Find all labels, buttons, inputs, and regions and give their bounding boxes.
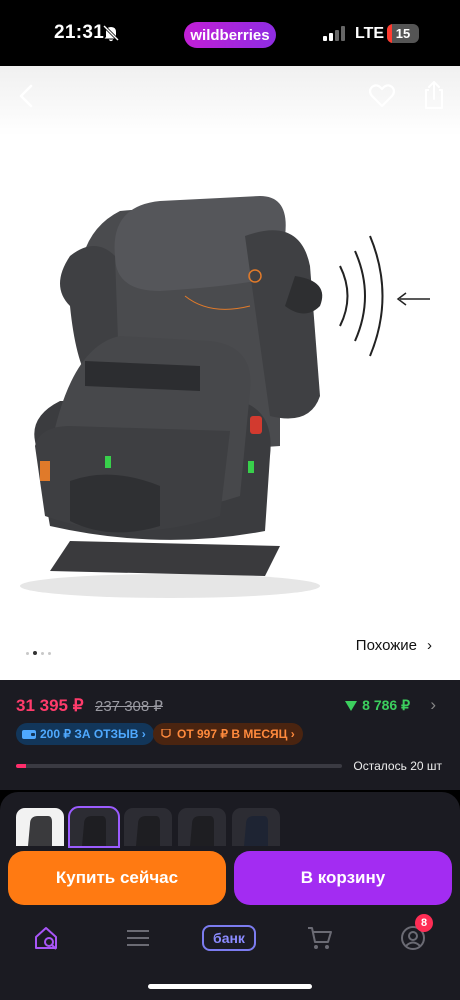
stock-progress-fill [16, 764, 26, 768]
tab-profile[interactable]: 8 [393, 914, 433, 956]
status-bar: 21:31 wildberries LTE 15 [0, 0, 460, 66]
variant-thumbnail[interactable] [232, 808, 280, 846]
cart-icon [308, 927, 332, 949]
old-price: 237 308 ₽ [95, 698, 163, 715]
cashback[interactable]: 8 786 ₽ [345, 697, 410, 714]
tab-home[interactable] [26, 920, 66, 956]
heart-icon[interactable] [366, 80, 398, 112]
review-bonus-badge[interactable]: 200 ₽ ЗА ОТЗЫВ › [16, 723, 154, 745]
bottom-sheet: Купить сейчас В корзину банк 8 [0, 792, 460, 1000]
variant-thumbnail[interactable] [124, 808, 172, 846]
back-icon[interactable] [12, 80, 44, 112]
carousel-dot [48, 651, 51, 655]
variant-thumbnails [16, 806, 280, 848]
variant-thumbnail-selected[interactable] [68, 806, 120, 848]
tab-bank[interactable]: банк [202, 925, 256, 951]
car-seat-thumb-icon [82, 816, 106, 846]
cashback-value: 8 786 ₽ [362, 697, 410, 713]
wallet-icon [22, 730, 36, 739]
home-indicator [148, 984, 312, 989]
chevron-right-icon[interactable]: › [430, 695, 436, 715]
review-bonus-text: 200 ₽ ЗА ОТЗЫВ › [40, 727, 146, 741]
carousel-dot [41, 651, 44, 655]
down-triangle-icon [345, 700, 358, 711]
share-icon[interactable] [418, 78, 450, 112]
installment-text: ОТ 997 ₽ В МЕСЯЦ › [177, 727, 295, 741]
similar-link[interactable]: Похожие › [356, 637, 432, 654]
battery-indicator: 15 [387, 24, 419, 43]
carousel-dot-active [33, 651, 37, 655]
variant-thumbnail[interactable] [16, 808, 64, 846]
price-panel: 31 395 ₽ 237 308 ₽ 8 786 ₽ › 200 ₽ ЗА ОТ… [0, 680, 460, 790]
carousel-dots [26, 651, 51, 655]
variant-thumbnail[interactable] [178, 808, 226, 846]
add-to-cart-button[interactable]: В корзину [234, 851, 452, 905]
installment-badge[interactable]: ОТ 997 ₽ В МЕСЯЦ › [153, 723, 303, 745]
bell-off-icon [102, 24, 120, 42]
shield-icon [161, 729, 171, 738]
notification-badge: 8 [415, 914, 433, 932]
tab-catalog[interactable] [118, 920, 158, 956]
network-label: LTE [355, 25, 385, 42]
buy-now-button[interactable]: Купить сейчас [8, 851, 226, 905]
home-search-icon [35, 927, 57, 950]
catalog-menu-icon [127, 930, 149, 946]
battery-fill [387, 24, 392, 43]
brand-pill: wildberries [184, 22, 276, 48]
car-seat-thumb-icon [190, 816, 214, 846]
stock-progress-bar [16, 764, 342, 768]
stock-remaining: Осталось 20 шт [353, 759, 442, 773]
product-image-area[interactable]: Похожие › [0, 66, 460, 680]
car-seat-thumb-icon [28, 816, 52, 846]
status-time: 21:31 [54, 22, 105, 43]
chevron-right-icon: › [427, 637, 432, 654]
signal-icon [323, 26, 345, 41]
tab-bar: банк 8 [0, 914, 460, 960]
similar-label: Похожие [355, 637, 417, 654]
tab-cart[interactable] [300, 920, 340, 956]
carousel-dot [26, 651, 29, 655]
car-seat-thumb-icon [136, 816, 160, 846]
battery-percent: 15 [395, 26, 411, 41]
car-seat-image [20, 196, 430, 598]
car-seat-thumb-icon [244, 816, 268, 846]
current-price: 31 395 ₽ [16, 696, 84, 715]
